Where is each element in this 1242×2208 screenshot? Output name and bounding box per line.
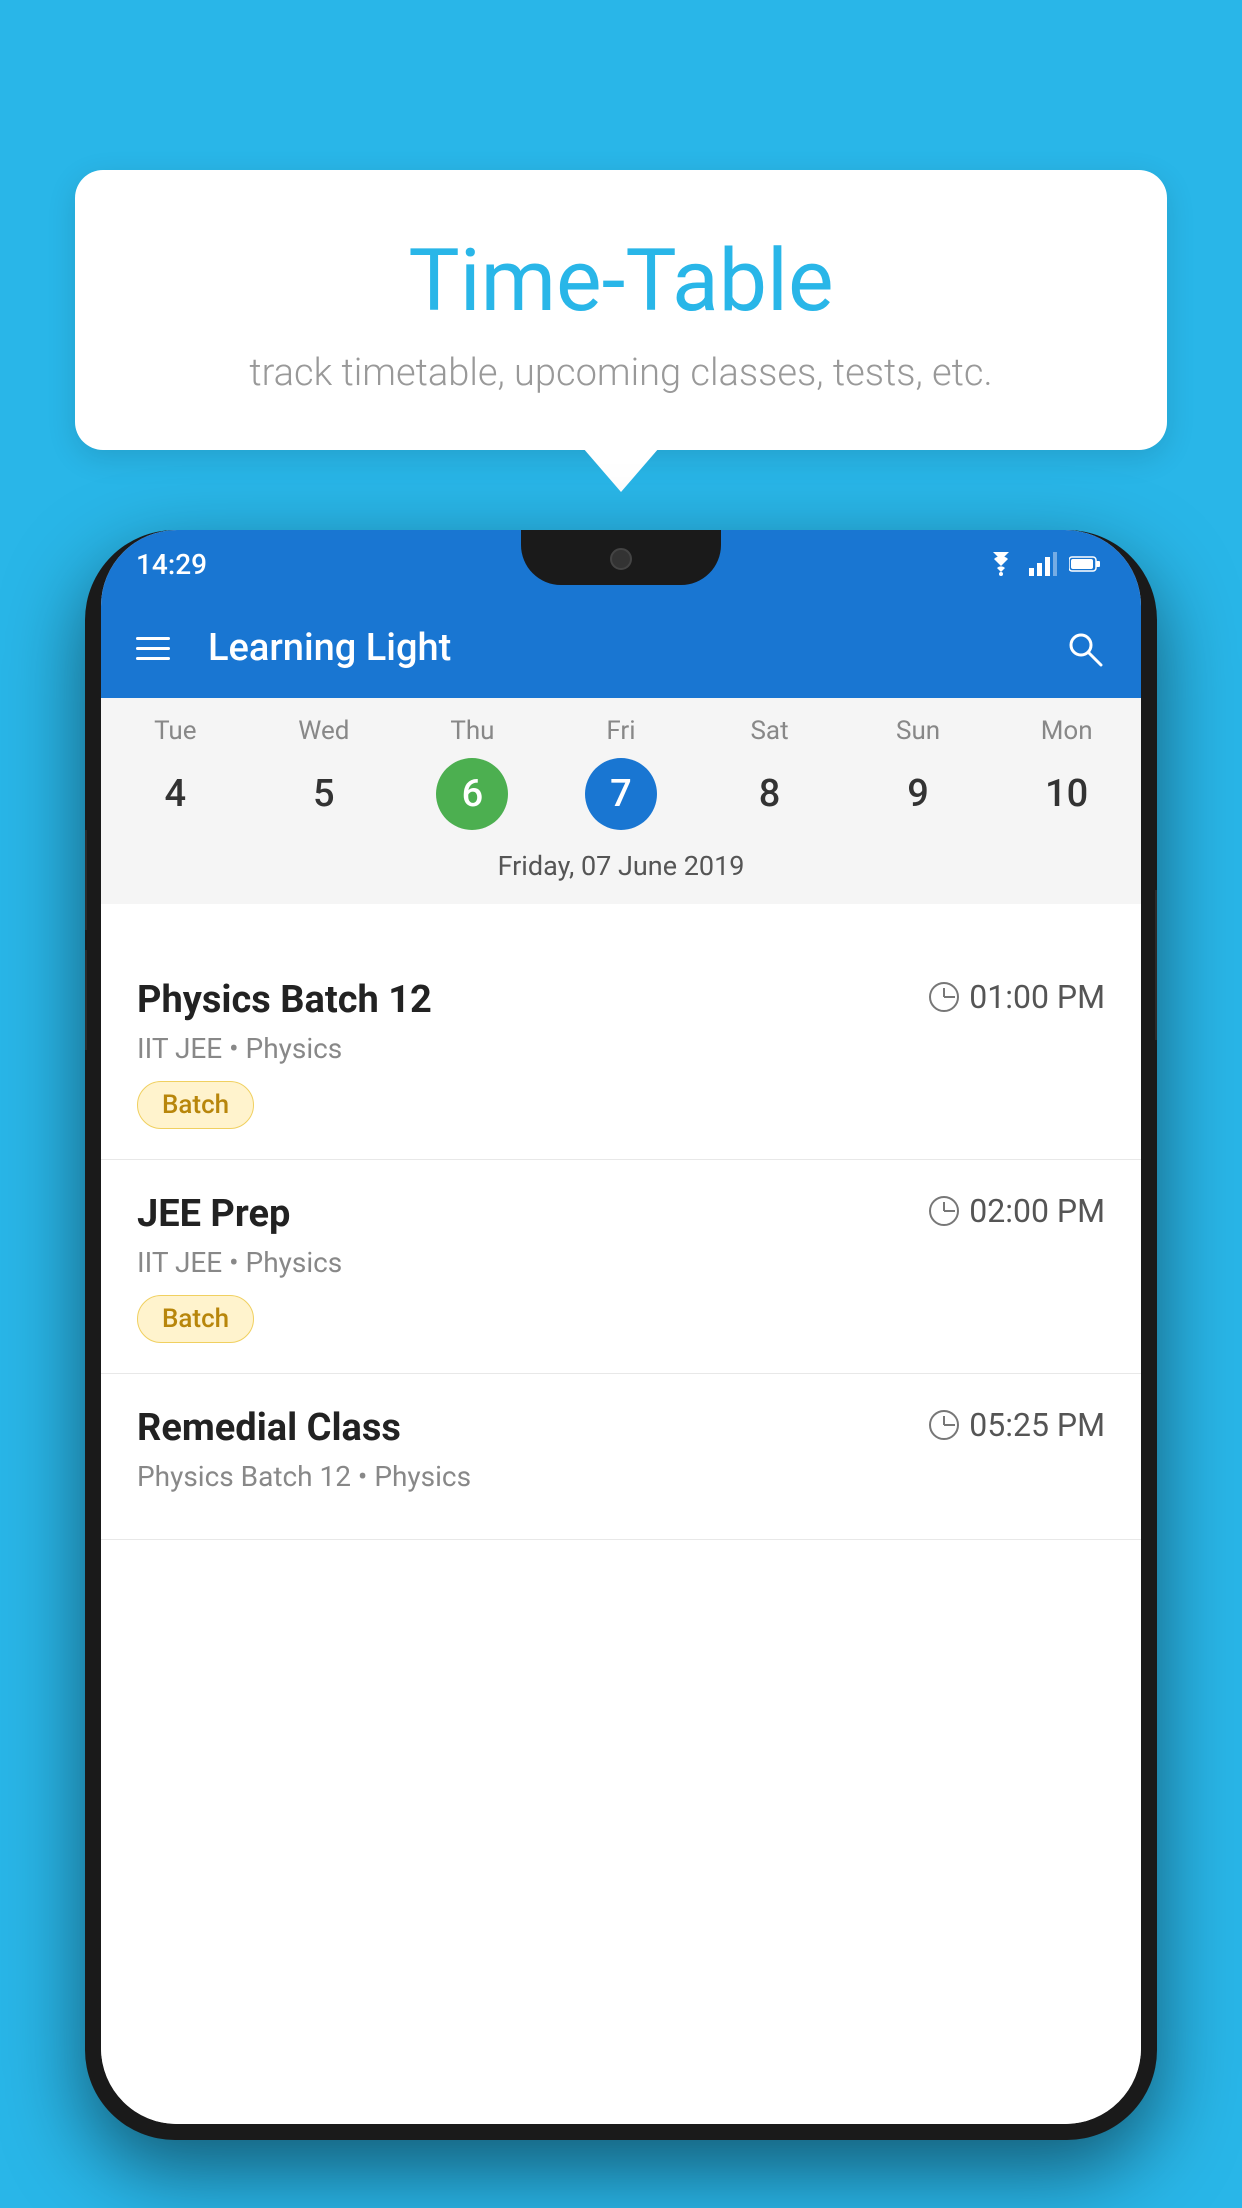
class-meta-0: IIT JEE • Physics	[137, 1032, 1105, 1065]
day-number-8[interactable]: 8	[734, 758, 806, 830]
day-number-4[interactable]: 4	[139, 758, 211, 830]
class-card-2[interactable]: Remedial Class 05:25 PM Physics Batch 12 •…	[101, 1374, 1141, 1540]
class-meta-1: IIT JEE • Physics	[137, 1246, 1105, 1279]
search-button[interactable]	[1062, 626, 1106, 670]
time-text-2: 05:25 PM	[969, 1406, 1105, 1444]
hamburger-menu[interactable]	[136, 637, 170, 660]
day-number-6[interactable]: 6	[436, 758, 508, 830]
class-meta-2: Physics Batch 12 • Physics	[137, 1460, 1105, 1493]
day-numbers: 4 5 6 7 8 9 10	[101, 758, 1141, 830]
clock-icon-1	[929, 1196, 959, 1226]
class-name-1: JEE Prep	[137, 1192, 290, 1236]
tooltip-title: Time-Table	[135, 230, 1107, 331]
class-card-1[interactable]: JEE Prep 02:00 PM IIT JEE • Physics Batch	[101, 1160, 1141, 1374]
time-text-0: 01:00 PM	[969, 978, 1105, 1016]
batch-tag-1: Batch	[137, 1295, 254, 1343]
app-title: Learning Light	[208, 626, 1062, 670]
status-icons	[985, 552, 1101, 576]
tooltip-subtitle: track timetable, upcoming classes, tests…	[135, 351, 1107, 395]
class-name-2: Remedial Class	[137, 1406, 401, 1450]
app-bar: Learning Light	[101, 598, 1141, 698]
day-header-thu: Thu	[432, 716, 512, 746]
calendar-strip: Tue Wed Thu Fri Sat Sun Mon 4 5 6 7 8 9 10 Friday, 0…	[101, 698, 1141, 904]
class-name-0: Physics Batch 12	[137, 978, 432, 1022]
class-time-1: 02:00 PM	[929, 1192, 1105, 1230]
day-headers: Tue Wed Thu Fri Sat Sun Mon	[101, 716, 1141, 746]
schedule-area: Physics Batch 12 01:00 PM IIT JEE • Physic…	[101, 946, 1141, 2124]
selected-date-label: Friday, 07 June 2019	[101, 842, 1141, 896]
day-header-wed: Wed	[284, 716, 364, 746]
day-header-sat: Sat	[730, 716, 810, 746]
camera	[610, 548, 632, 570]
wifi-icon	[985, 552, 1017, 576]
battery-icon	[1069, 555, 1101, 573]
day-number-5[interactable]: 5	[288, 758, 360, 830]
day-header-sun: Sun	[878, 716, 958, 746]
hamburger-line-1	[136, 637, 170, 640]
batch-tag-0: Batch	[137, 1081, 254, 1129]
tooltip-card: Time-Table track timetable, upcoming cla…	[75, 170, 1167, 450]
day-number-10[interactable]: 10	[1031, 758, 1103, 830]
day-header-fri: Fri	[581, 716, 661, 746]
day-number-7[interactable]: 7	[585, 758, 657, 830]
volume-up-button	[85, 830, 87, 930]
day-header-mon: Mon	[1027, 716, 1107, 746]
day-number-9[interactable]: 9	[882, 758, 954, 830]
search-icon	[1065, 629, 1103, 667]
power-button	[1155, 890, 1157, 1040]
hamburger-line-3	[136, 657, 170, 660]
phone-frame: 14:29	[85, 530, 1157, 2140]
day-header-tue: Tue	[135, 716, 215, 746]
clock-icon-2	[929, 1410, 959, 1440]
signal-icon	[1029, 552, 1057, 576]
class-time-0: 01:00 PM	[929, 978, 1105, 1016]
notch	[521, 530, 721, 585]
volume-down-button	[85, 950, 87, 1050]
hamburger-line-2	[136, 647, 170, 650]
phone-screen: 14:29	[101, 530, 1141, 2124]
time-text-1: 02:00 PM	[969, 1192, 1105, 1230]
clock-icon-0	[929, 982, 959, 1012]
class-card-0[interactable]: Physics Batch 12 01:00 PM IIT JEE • Physic…	[101, 946, 1141, 1160]
status-time: 14:29	[136, 548, 207, 581]
class-time-2: 05:25 PM	[929, 1406, 1105, 1444]
